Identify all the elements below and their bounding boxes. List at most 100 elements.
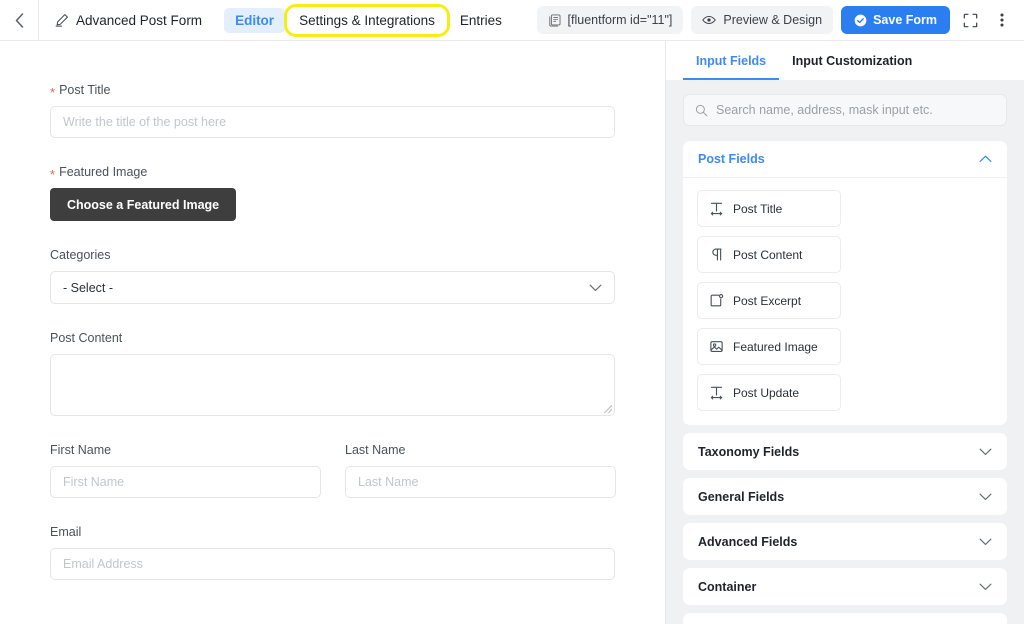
accordion-advanced-fields-header[interactable]: Advanced Fields — [683, 523, 1007, 560]
field-card-post-content-label: Post Content — [733, 248, 802, 262]
tab-input-fields[interactable]: Input Fields — [683, 41, 779, 80]
field-card-post-excerpt[interactable]: Post Excerpt — [697, 282, 841, 319]
preview-design-button[interactable]: Preview & Design — [691, 6, 833, 34]
text-height-icon — [709, 385, 724, 400]
chevron-left-icon — [15, 13, 24, 28]
search-icon — [695, 104, 708, 117]
fullscreen-button[interactable] — [958, 7, 982, 33]
required-asterisk: * — [50, 86, 55, 99]
chevron-down-icon — [589, 284, 602, 292]
form-canvas: * Post Title Write the title of the post… — [0, 41, 665, 624]
tab-editor[interactable]: Editor — [224, 8, 285, 33]
tab-editor-label: Editor — [235, 13, 274, 28]
image-icon — [709, 339, 724, 354]
header-tabs: Editor Settings & Integrations Entries — [224, 7, 513, 34]
last-name-input[interactable]: Last Name — [345, 466, 616, 498]
accordion-post-fields: Post Fields — [683, 141, 1007, 425]
field-featured-image-label: Featured Image — [59, 165, 147, 179]
field-post-title-label: Post Title — [59, 83, 110, 97]
field-name-row: First Name First Name Last Name Last Nam… — [50, 443, 615, 498]
more-vertical-icon — [1000, 12, 1004, 28]
field-last-name-label-row: Last Name — [345, 443, 616, 457]
choose-featured-image-button[interactable]: Choose a Featured Image — [50, 188, 236, 221]
fields-panel: Input Fields Input Customization Search … — [665, 41, 1024, 624]
accordion-payment-fields: Payment Fields — [683, 613, 1007, 624]
pencil-icon — [55, 13, 69, 27]
tab-input-customization[interactable]: Input Customization — [779, 41, 925, 80]
chevron-down-icon — [979, 448, 992, 456]
accordion-advanced-fields-title: Advanced Fields — [698, 535, 797, 549]
field-card-featured-image[interactable]: Featured Image — [697, 328, 841, 365]
field-categories-label-row: Categories — [50, 248, 615, 262]
email-placeholder: Email Address — [63, 557, 143, 571]
field-first-name-label-row: First Name — [50, 443, 321, 457]
shortcode-chip[interactable]: [fluentform id="11"] — [537, 6, 684, 34]
field-featured-image-label-row: * Featured Image — [50, 165, 615, 179]
accordion-container: Container — [683, 568, 1007, 605]
accordion-post-fields-title: Post Fields — [698, 152, 765, 166]
accordion-taxonomy-fields-title: Taxonomy Fields — [698, 445, 799, 459]
accordion-post-fields-header[interactable]: Post Fields — [683, 141, 1007, 178]
field-post-content-label: Post Content — [50, 331, 122, 345]
tab-entries[interactable]: Entries — [449, 8, 513, 33]
save-form-button[interactable]: Save Form — [841, 6, 950, 34]
accordion-payment-fields-header[interactable]: Payment Fields — [683, 613, 1007, 624]
field-featured-image: * Featured Image Choose a Featured Image — [50, 165, 615, 221]
search-input[interactable]: Search name, address, mask input etc. — [683, 94, 1007, 126]
text-height-icon — [709, 201, 724, 216]
field-card-featured-image-label: Featured Image — [733, 340, 818, 354]
field-post-title-label-row: * Post Title — [50, 83, 615, 97]
categories-select[interactable]: - Select - — [50, 271, 615, 304]
field-email: Email Email Address — [50, 525, 615, 580]
accordion-post-fields-body: Post Title Post Content — [683, 178, 1007, 425]
tab-input-customization-label: Input Customization — [792, 54, 912, 68]
required-asterisk: * — [50, 168, 55, 181]
shortcode-text: [fluentform id="11"] — [568, 13, 673, 27]
field-post-title: * Post Title Write the title of the post… — [50, 83, 615, 138]
check-circle-icon — [854, 14, 867, 27]
field-card-post-title[interactable]: Post Title — [697, 190, 841, 227]
panel-body: Search name, address, mask input etc. Po… — [666, 80, 1024, 624]
email-input[interactable]: Email Address — [50, 548, 615, 580]
accordion-container-header[interactable]: Container — [683, 568, 1007, 605]
more-options-button[interactable] — [990, 7, 1014, 33]
field-card-post-update[interactable]: Post Update — [697, 374, 841, 411]
accordion-general-fields: General Fields — [683, 478, 1007, 515]
copy-icon — [548, 14, 561, 27]
chevron-down-icon — [979, 493, 992, 501]
accordion-container-title: Container — [698, 580, 756, 594]
preview-design-label: Preview & Design — [723, 13, 822, 27]
tab-settings-integrations[interactable]: Settings & Integrations — [287, 7, 447, 34]
app-body: * Post Title Write the title of the post… — [0, 41, 1024, 624]
field-categories: Categories - Select - — [50, 248, 615, 304]
tab-input-fields-label: Input Fields — [696, 54, 766, 68]
post-title-input[interactable]: Write the title of the post here — [50, 106, 615, 138]
field-card-post-update-label: Post Update — [733, 386, 799, 400]
back-button[interactable] — [0, 0, 38, 40]
pilcrow-icon — [709, 247, 724, 262]
tab-settings-integrations-label: Settings & Integrations — [299, 13, 435, 28]
header-actions: [fluentform id="11"] Preview & Design — [537, 6, 1016, 34]
first-name-input[interactable]: First Name — [50, 466, 321, 498]
first-name-placeholder: First Name — [63, 475, 124, 489]
app-header: Advanced Post Form Editor Settings & Int… — [0, 0, 1024, 41]
tab-entries-label: Entries — [460, 13, 502, 28]
accordion-taxonomy-fields-header[interactable]: Taxonomy Fields — [683, 433, 1007, 470]
form-title-group[interactable]: Advanced Post Form — [39, 0, 218, 41]
save-form-label: Save Form — [873, 13, 937, 27]
document-corner-icon — [709, 293, 724, 308]
field-last-name: Last Name Last Name — [345, 443, 616, 498]
field-email-label-row: Email — [50, 525, 615, 539]
choose-featured-image-label: Choose a Featured Image — [67, 198, 219, 212]
field-card-post-content[interactable]: Post Content — [697, 236, 841, 273]
field-first-name: First Name First Name — [50, 443, 321, 498]
panel-tabs: Input Fields Input Customization — [666, 41, 1024, 80]
eye-icon — [702, 14, 716, 26]
chevron-down-icon — [979, 538, 992, 546]
post-content-textarea[interactable] — [50, 354, 615, 416]
accordion-general-fields-header[interactable]: General Fields — [683, 478, 1007, 515]
field-card-post-title-label: Post Title — [733, 202, 782, 216]
last-name-placeholder: Last Name — [358, 475, 418, 489]
chevron-down-icon — [979, 583, 992, 591]
accordion-general-fields-title: General Fields — [698, 490, 784, 504]
